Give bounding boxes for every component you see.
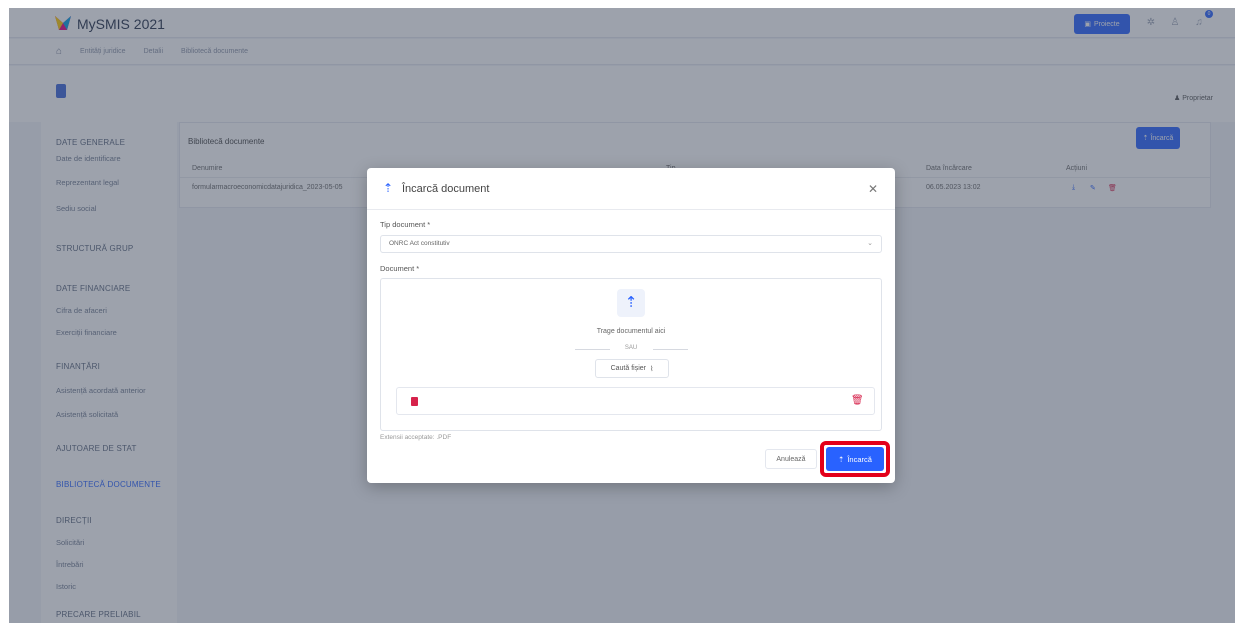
or-text: SAU xyxy=(624,345,638,351)
browse-label: Caută fișier xyxy=(610,365,646,372)
drop-text: Trage documentul aici xyxy=(596,328,666,335)
extension-note: Extensii acceptate: .PDF xyxy=(380,434,452,441)
upload-icon: ⇡ xyxy=(838,454,845,464)
upload-icon: ⇡ xyxy=(383,181,394,195)
chevron-down-icon: ⌄ xyxy=(867,240,873,247)
close-icon[interactable]: ✕ xyxy=(868,182,878,196)
pdf-file-icon xyxy=(411,397,418,406)
paperclip-icon: ⌇ xyxy=(649,365,654,373)
trash-icon[interactable]: 🗑 xyxy=(851,395,864,406)
doc-type-select[interactable]: ONRC Act constitutiv ⌄ xyxy=(380,235,882,253)
browse-file-button[interactable]: Caută fișier ⌇ xyxy=(595,359,669,378)
modal-title: Încarcă document xyxy=(402,183,490,195)
document-label: Document * xyxy=(380,264,420,273)
divider xyxy=(653,349,688,350)
upload-document-modal: ⇡ Încarcă document ✕ Tip document * ONRC… xyxy=(367,168,895,483)
cancel-button[interactable]: Anulează xyxy=(765,449,817,469)
doc-type-label: Tip document * xyxy=(380,220,431,229)
selected-file-row: 🗑 xyxy=(396,387,875,415)
upload-icon: ⇡ xyxy=(617,289,645,317)
modal-header: ⇡ Încarcă document ✕ xyxy=(367,168,895,210)
submit-upload-button[interactable]: ⇡ Încarcă xyxy=(826,447,884,471)
file-dropzone[interactable]: ⇡ Trage documentul aici SAU Caută fișier… xyxy=(380,278,882,431)
submit-label: Încarcă xyxy=(847,454,872,464)
doc-type-value: ONRC Act constitutiv xyxy=(389,240,450,247)
